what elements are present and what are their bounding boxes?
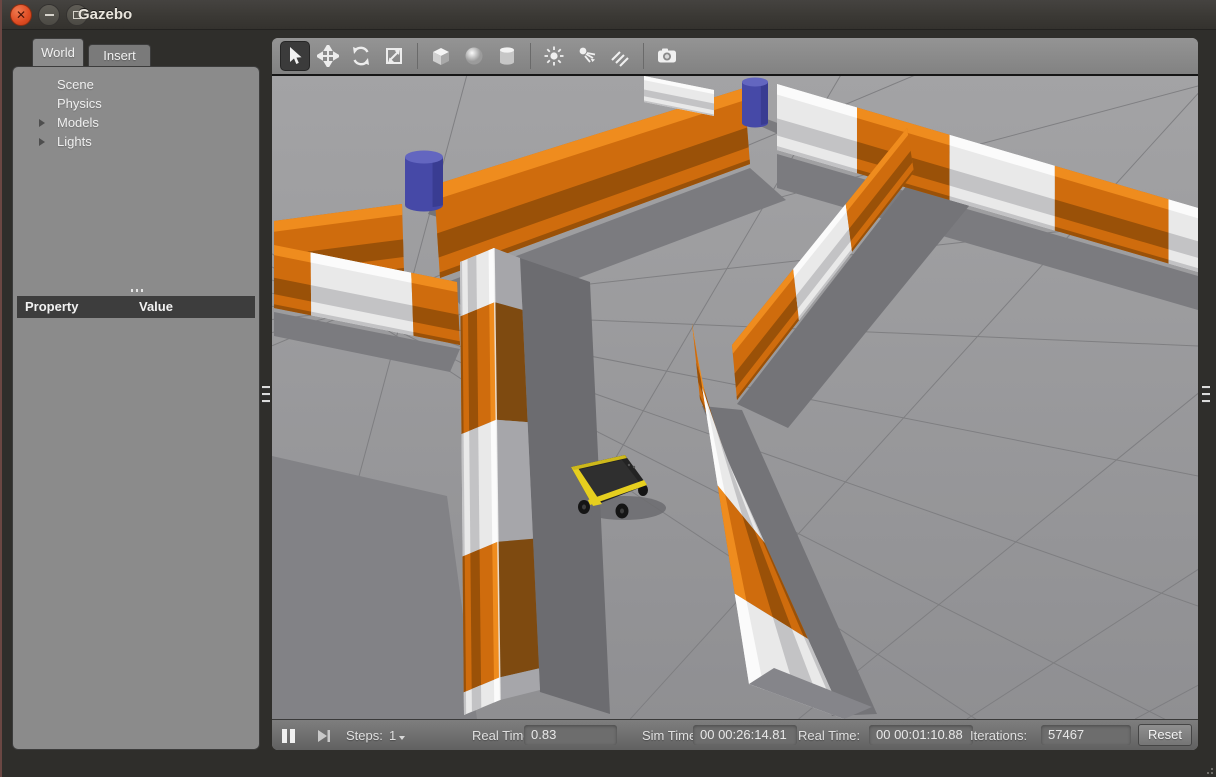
world-panel: Scene Physics Models Lights Property Val… <box>12 66 260 750</box>
step-forward-icon <box>316 728 332 744</box>
title-bar: ✕ Gazebo <box>2 0 1216 30</box>
steps-label: Steps: <box>346 720 383 750</box>
tab-world[interactable]: World <box>32 38 84 66</box>
screenshot-tool-button[interactable] <box>652 41 682 71</box>
window-title: Gazebo <box>78 0 132 30</box>
construction-cylinder <box>405 151 443 212</box>
construction-cylinder <box>742 78 768 128</box>
iterations-field[interactable]: 57467 <box>1041 725 1131 745</box>
point-light-tool-button[interactable] <box>539 41 569 71</box>
tree-item-physics[interactable]: Physics <box>57 96 102 111</box>
window-resize-grip[interactable] <box>1203 764 1213 774</box>
rotate-arrows-icon <box>350 45 372 67</box>
translate-tool-button[interactable] <box>313 41 343 71</box>
tree-item-scene[interactable]: Scene <box>57 77 94 92</box>
render-toolbar <box>272 38 1198 76</box>
select-tool-button[interactable] <box>280 41 310 71</box>
real-time-factor-field[interactable]: 0.83 <box>524 725 617 745</box>
left-splitter[interactable] <box>260 38 272 750</box>
scale-arrows-icon <box>383 45 405 67</box>
cursor-arrow-icon <box>285 46 305 66</box>
rotate-tool-button[interactable] <box>346 41 376 71</box>
splitter-grip[interactable] <box>1202 386 1210 402</box>
expand-arrow-icon[interactable] <box>39 119 45 127</box>
toolbar-separator <box>417 43 418 69</box>
scene-3d-view[interactable] <box>272 76 1198 719</box>
property-value-header: Property Value <box>17 296 255 318</box>
splitter-grip[interactable] <box>262 386 270 402</box>
steps-spinner-icon[interactable] <box>399 736 405 740</box>
sphere-tool-button[interactable] <box>459 41 489 71</box>
cube-icon <box>429 44 453 68</box>
spot-light-tool-button[interactable] <box>572 41 602 71</box>
close-button[interactable]: ✕ <box>10 4 32 26</box>
jersey-barrier-wall <box>460 248 500 715</box>
sim-time-field[interactable]: 00 00:26:14.81 <box>693 725 797 745</box>
iterations-label: Iterations: <box>970 720 1027 750</box>
box-tool-button[interactable] <box>426 41 456 71</box>
directional-light-tool-button[interactable] <box>605 41 635 71</box>
toolbar-separator <box>530 43 531 69</box>
step-button[interactable] <box>316 720 332 750</box>
sim-time-label: Sim Time: <box>642 720 700 750</box>
simulation-status-bar: Steps: 1 Real Time Fact 0.83 Sim Time: 0… <box>272 719 1198 750</box>
cylinder-icon <box>495 44 519 68</box>
cylinder-tool-button[interactable] <box>492 41 522 71</box>
right-splitter[interactable] <box>1200 38 1212 750</box>
minimize-button[interactable] <box>38 4 60 26</box>
real-time-label: Real Time: <box>798 720 860 750</box>
tab-insert[interactable]: Insert <box>88 44 151 66</box>
pause-button[interactable] <box>282 720 295 750</box>
gazebo-world-canvas <box>272 76 1198 719</box>
real-time-field[interactable]: 00 00:01:10.88 <box>869 725 973 745</box>
property-column-header: Property <box>25 296 78 318</box>
tree-item-models[interactable]: Models <box>57 115 99 130</box>
scale-tool-button[interactable] <box>379 41 409 71</box>
toolbar-separator <box>643 43 644 69</box>
reset-button[interactable]: Reset <box>1138 724 1192 746</box>
sphere-icon <box>462 44 486 68</box>
steps-value[interactable]: 1 <box>389 720 396 750</box>
render-viewport: Steps: 1 Real Time Fact 0.83 Sim Time: 0… <box>272 38 1198 750</box>
expand-arrow-icon[interactable] <box>39 138 45 146</box>
directional-light-icon <box>609 45 631 67</box>
spot-light-icon <box>576 45 598 67</box>
value-column-header: Value <box>139 296 173 318</box>
camera-icon <box>655 44 679 68</box>
move-arrows-icon <box>317 45 339 67</box>
tree-item-lights[interactable]: Lights <box>57 134 92 149</box>
panel-splitter-grip[interactable] <box>131 289 147 293</box>
sun-icon <box>543 45 565 67</box>
